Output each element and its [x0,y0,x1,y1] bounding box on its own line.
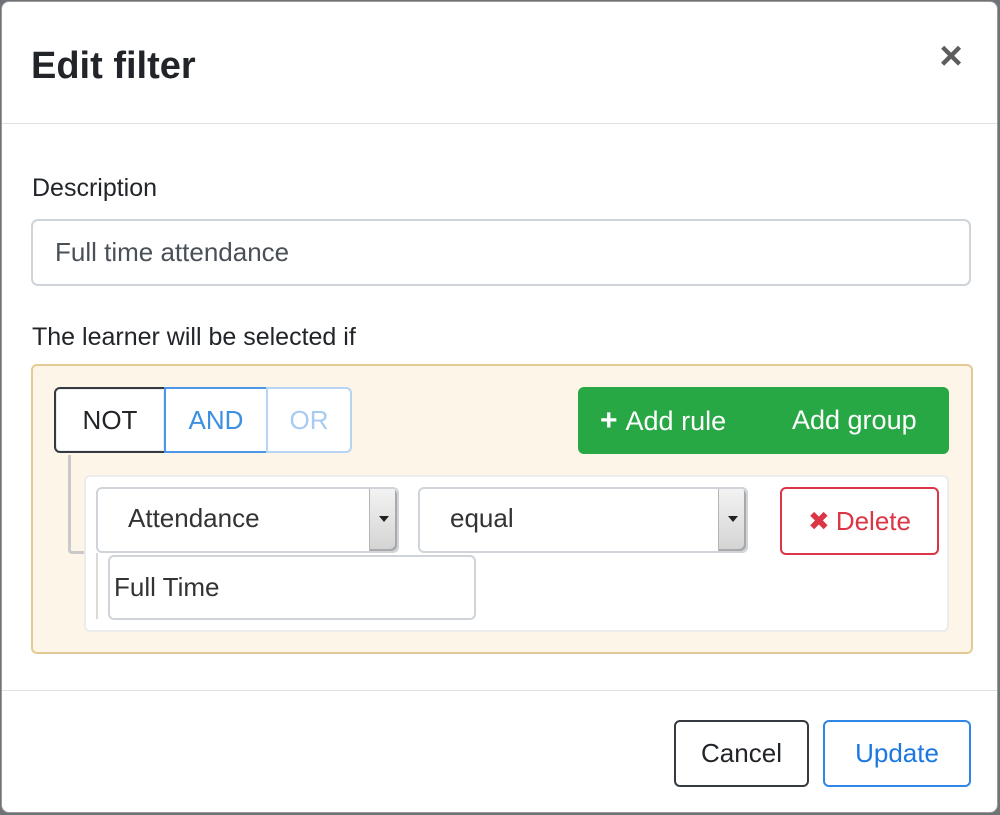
modal-header: Edit filter × [2,2,997,124]
delete-rule-button[interactable]: ✖ Delete [780,487,939,555]
rule-group: NOT AND OR + Add rule Add group Attendanc… [31,364,973,654]
delete-label: Delete [835,506,911,536]
add-group-button[interactable]: Add group [768,387,917,454]
modal-footer: Cancel Update [2,690,997,812]
add-rule-label: Add rule [625,406,727,436]
cancel-button[interactable]: Cancel [674,720,809,787]
operator-select-value: equal [450,503,514,533]
and-button[interactable]: AND [164,387,268,453]
update-button[interactable]: Update [823,720,971,787]
value-divider [96,553,98,619]
rule-value-input[interactable] [108,555,476,620]
description-label: Description [32,174,158,202]
edit-filter-modal: Edit filter × Description The learner wi… [1,1,998,813]
plus-icon: + [600,404,618,437]
add-actions-group: + Add rule Add group [578,387,949,454]
not-button[interactable]: NOT [54,387,166,453]
condition-toggle-group: NOT AND OR [54,387,352,455]
add-rule-button[interactable]: + Add rule [578,387,768,454]
rule-container: Attendance equal ✖ Delete [84,475,949,632]
field-select[interactable]: Attendance [96,487,399,553]
close-icon: ✖ [808,506,830,536]
operator-select[interactable]: equal [418,487,748,553]
description-input[interactable] [31,219,971,286]
close-icon[interactable]: × [933,36,969,76]
chevron-down-icon[interactable] [718,489,746,551]
chevron-down-icon[interactable] [369,489,397,551]
selection-intro-label: The learner will be selected if [32,323,356,351]
modal-title: Edit filter [31,45,196,87]
field-select-value: Attendance [128,503,260,533]
or-button[interactable]: OR [266,387,352,453]
